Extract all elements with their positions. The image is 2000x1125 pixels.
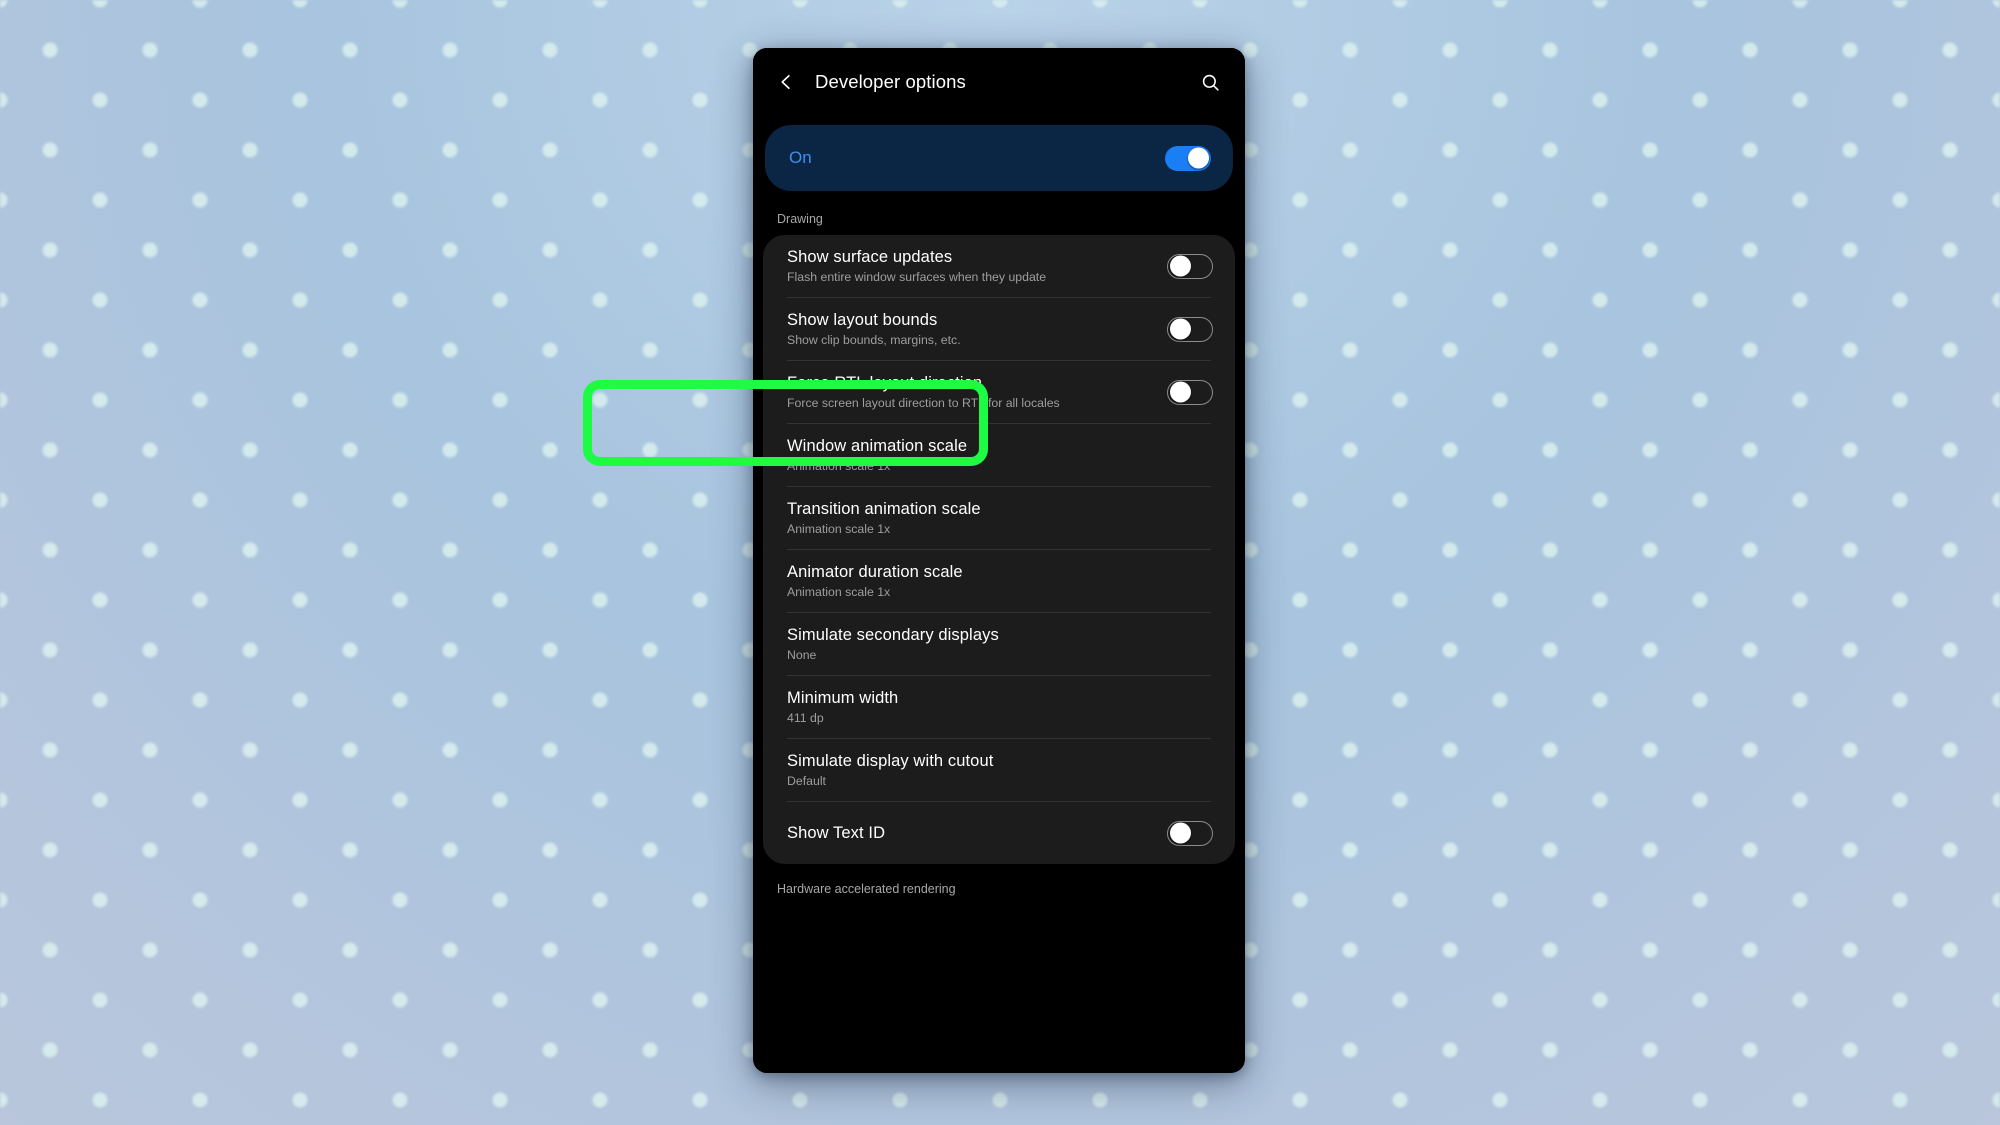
list-item-title: Simulate secondary displays bbox=[787, 625, 999, 644]
list-item-subtitle: 411 dp bbox=[787, 711, 824, 726]
list-item-title: Transition animation scale bbox=[787, 499, 981, 518]
list-item-text: Show surface updates Flash entire window… bbox=[787, 247, 1167, 286]
list-item-subtitle: Animation scale 1x bbox=[787, 522, 891, 537]
page-title: Developer options bbox=[815, 71, 966, 92]
section-header-drawing: Drawing bbox=[753, 191, 1245, 235]
list-item-simulate-display-with-cutout[interactable]: Simulate display with cutout Default bbox=[763, 739, 1235, 801]
list-item-subtitle: Animation scale 1x bbox=[787, 459, 891, 474]
list-item-text: Simulate display with cutout Default bbox=[787, 751, 1213, 790]
section-header-hardware-accelerated-rendering: Hardware accelerated rendering bbox=[753, 864, 1245, 910]
switch-knob bbox=[1169, 381, 1191, 403]
toggle-show-text-id[interactable] bbox=[1167, 820, 1213, 846]
settings-card-drawing: Show surface updates Flash entire window… bbox=[763, 235, 1235, 864]
switch-knob bbox=[1169, 822, 1191, 844]
master-toggle-switch[interactable] bbox=[1165, 145, 1211, 171]
list-item-show-layout-bounds[interactable]: Show layout bounds Show clip bounds, mar… bbox=[763, 298, 1235, 360]
list-item-animator-duration-scale[interactable]: Animator duration scale Animation scale … bbox=[763, 550, 1235, 612]
list-item-subtitle: Force screen layout direction to RTL for… bbox=[787, 396, 1060, 411]
list-item-title: Show surface updates bbox=[787, 247, 953, 266]
list-item-transition-animation-scale[interactable]: Transition animation scale Animation sca… bbox=[763, 487, 1235, 549]
list-item-title: Force RTL layout direction bbox=[787, 373, 983, 392]
switch-knob bbox=[1169, 318, 1191, 340]
search-icon[interactable] bbox=[1193, 65, 1227, 99]
master-toggle-state-label: On bbox=[789, 148, 812, 167]
list-item-title: Animator duration scale bbox=[787, 562, 963, 581]
chevron-left-icon[interactable] bbox=[769, 65, 803, 99]
list-item-text: Show layout bounds Show clip bounds, mar… bbox=[787, 310, 1167, 349]
list-item-subtitle: Default bbox=[787, 774, 826, 789]
toggle-show-surface-updates[interactable] bbox=[1167, 253, 1213, 279]
list-item-subtitle: Animation scale 1x bbox=[787, 585, 891, 600]
wallpaper-background: Developer options On Drawing Show surfac… bbox=[0, 0, 2000, 1125]
list-item-text: Show Text ID bbox=[787, 823, 1167, 844]
app-bar: Developer options bbox=[753, 48, 1245, 116]
list-item-show-text-id[interactable]: Show Text ID bbox=[763, 802, 1235, 864]
list-item-subtitle: Flash entire window surfaces when they u… bbox=[787, 270, 1047, 285]
list-item-title: Simulate display with cutout bbox=[787, 751, 994, 770]
toggle-force-rtl-layout-direction[interactable] bbox=[1167, 379, 1213, 405]
switch-knob bbox=[1169, 255, 1191, 277]
list-item-text: Window animation scale Animation scale 1… bbox=[787, 436, 1213, 475]
developer-options-master-toggle-row[interactable]: On bbox=[765, 125, 1233, 191]
switch-knob bbox=[1188, 147, 1209, 169]
phone-screen: Developer options On Drawing Show surfac… bbox=[753, 48, 1245, 1073]
list-item-text: Minimum width 411 dp bbox=[787, 688, 1213, 727]
list-item-text: Simulate secondary displays None bbox=[787, 625, 1213, 664]
list-item-minimum-width[interactable]: Minimum width 411 dp bbox=[763, 676, 1235, 738]
list-item-subtitle: Show clip bounds, margins, etc. bbox=[787, 333, 961, 348]
list-item-text: Animator duration scale Animation scale … bbox=[787, 562, 1213, 601]
list-item-title: Show layout bounds bbox=[787, 310, 938, 329]
list-item-title: Minimum width bbox=[787, 688, 899, 707]
list-item-subtitle: None bbox=[787, 648, 817, 663]
list-item-force-rtl-layout-direction[interactable]: Force RTL layout direction Force screen … bbox=[763, 361, 1235, 423]
list-item-text: Force RTL layout direction Force screen … bbox=[787, 373, 1167, 412]
list-item-simulate-secondary-displays[interactable]: Simulate secondary displays None bbox=[763, 613, 1235, 675]
list-item-window-animation-scale[interactable]: Window animation scale Animation scale 1… bbox=[763, 424, 1235, 486]
list-item-title: Show Text ID bbox=[787, 823, 886, 842]
list-item-show-surface-updates[interactable]: Show surface updates Flash entire window… bbox=[763, 235, 1235, 297]
list-item-title: Window animation scale bbox=[787, 436, 968, 455]
list-item-text: Transition animation scale Animation sca… bbox=[787, 499, 1213, 538]
toggle-show-layout-bounds[interactable] bbox=[1167, 316, 1213, 342]
